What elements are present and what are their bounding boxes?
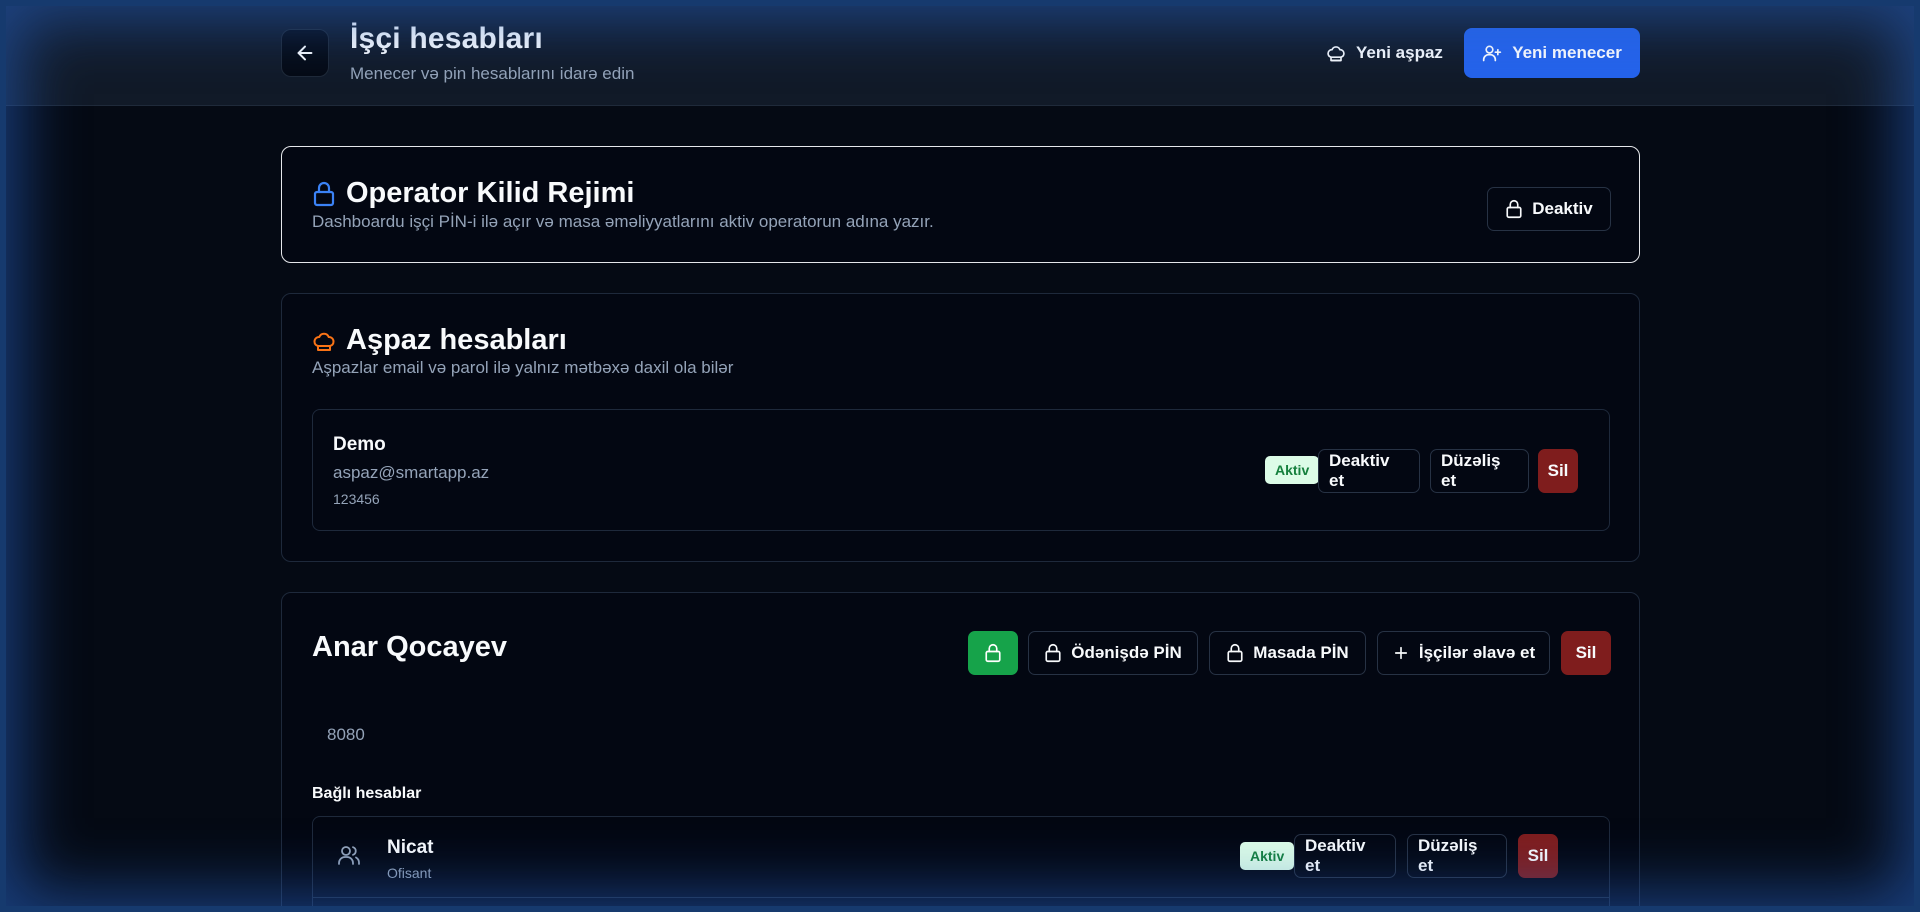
status-badge: Aktiv [1265, 456, 1320, 484]
manager-lock-button[interactable] [968, 631, 1018, 675]
arrow-left-icon [294, 42, 316, 64]
new-manager-button[interactable]: Yeni menecer [1464, 28, 1640, 78]
user-plus-icon [1482, 43, 1502, 63]
deactivate-button[interactable]: Deaktiv et [1318, 449, 1420, 493]
page-subtitle: Menecer və pin hesablarını idarə edin [350, 64, 635, 83]
cook-pin: 123456 [333, 491, 380, 507]
row-divider [313, 897, 1609, 898]
users-icon [337, 843, 361, 867]
chef-hat-icon [1326, 43, 1346, 63]
operator-lock-title: Operator Kilid Rejimi [312, 177, 634, 210]
lock-icon [984, 643, 1002, 663]
edit-button[interactable]: Düzəliş et [1430, 449, 1529, 493]
new-cook-button[interactable]: Yeni aşpaz [1312, 28, 1457, 78]
cook-accounts-description: Aşpazlar email və parol ilə yalnız mətbə… [312, 358, 734, 377]
add-workers-button[interactable]: İşçilər əlavə et [1377, 631, 1550, 675]
lock-icon [312, 181, 336, 207]
operator-lock-toggle-button[interactable]: Deaktiv [1487, 187, 1611, 231]
list-item: Demo aspaz@smartapp.az 123456 Aktiv Deak… [312, 409, 1610, 531]
list-item: Nicat Ofisant Aktiv Deaktiv et Düzəliş e… [312, 816, 1610, 912]
back-button[interactable] [281, 29, 329, 77]
manager-card: Anar Qocayev Ödənişdə PİN Masada PİN İşç… [281, 592, 1640, 912]
delete-button[interactable]: Sil [1518, 834, 1558, 878]
new-manager-label: Yeni menecer [1512, 43, 1622, 62]
app-window: İşçi hesabları Menecer və pin hesabların… [0, 0, 1920, 912]
table-pin-button[interactable]: Masada PİN [1209, 631, 1366, 675]
operator-lock-card: Operator Kilid Rejimi Dashboardu işçi Pİ… [281, 146, 1640, 263]
page-header: İşçi hesabları Menecer və pin hesabların… [0, 0, 1920, 106]
linked-account-name: Nicat [387, 837, 434, 858]
lock-icon [1505, 199, 1523, 219]
cook-accounts-title: Aşpaz hesabları [312, 324, 567, 357]
delete-button[interactable]: Sil [1538, 449, 1578, 493]
cook-name: Demo [333, 434, 386, 455]
cook-accounts-card: Aşpaz hesabları Aşpazlar email və parol … [281, 293, 1640, 562]
payment-pin-button[interactable]: Ödənişdə PİN [1028, 631, 1198, 675]
plus-icon [1392, 644, 1410, 662]
manager-pin: 8080 [327, 725, 365, 744]
lock-icon [1226, 643, 1244, 663]
linked-account-role: Ofisant [387, 865, 432, 881]
new-cook-label: Yeni aşpaz [1356, 43, 1443, 62]
chef-hat-icon [312, 329, 336, 353]
lock-icon [1044, 643, 1062, 663]
deactivate-button[interactable]: Deaktiv et [1294, 834, 1396, 878]
operator-lock-description: Dashboardu işçi PİN-i ilə açır və masa ə… [312, 212, 934, 231]
manager-name: Anar Qocayev [312, 631, 508, 663]
status-badge: Aktiv [1240, 842, 1295, 870]
cook-email: aspaz@smartapp.az [333, 463, 490, 482]
edit-button[interactable]: Düzəliş et [1407, 834, 1507, 878]
linked-accounts-title: Bağlı hesablar [312, 785, 422, 802]
delete-manager-button[interactable]: Sil [1561, 631, 1611, 675]
page-title: İşçi hesabları [350, 22, 543, 55]
